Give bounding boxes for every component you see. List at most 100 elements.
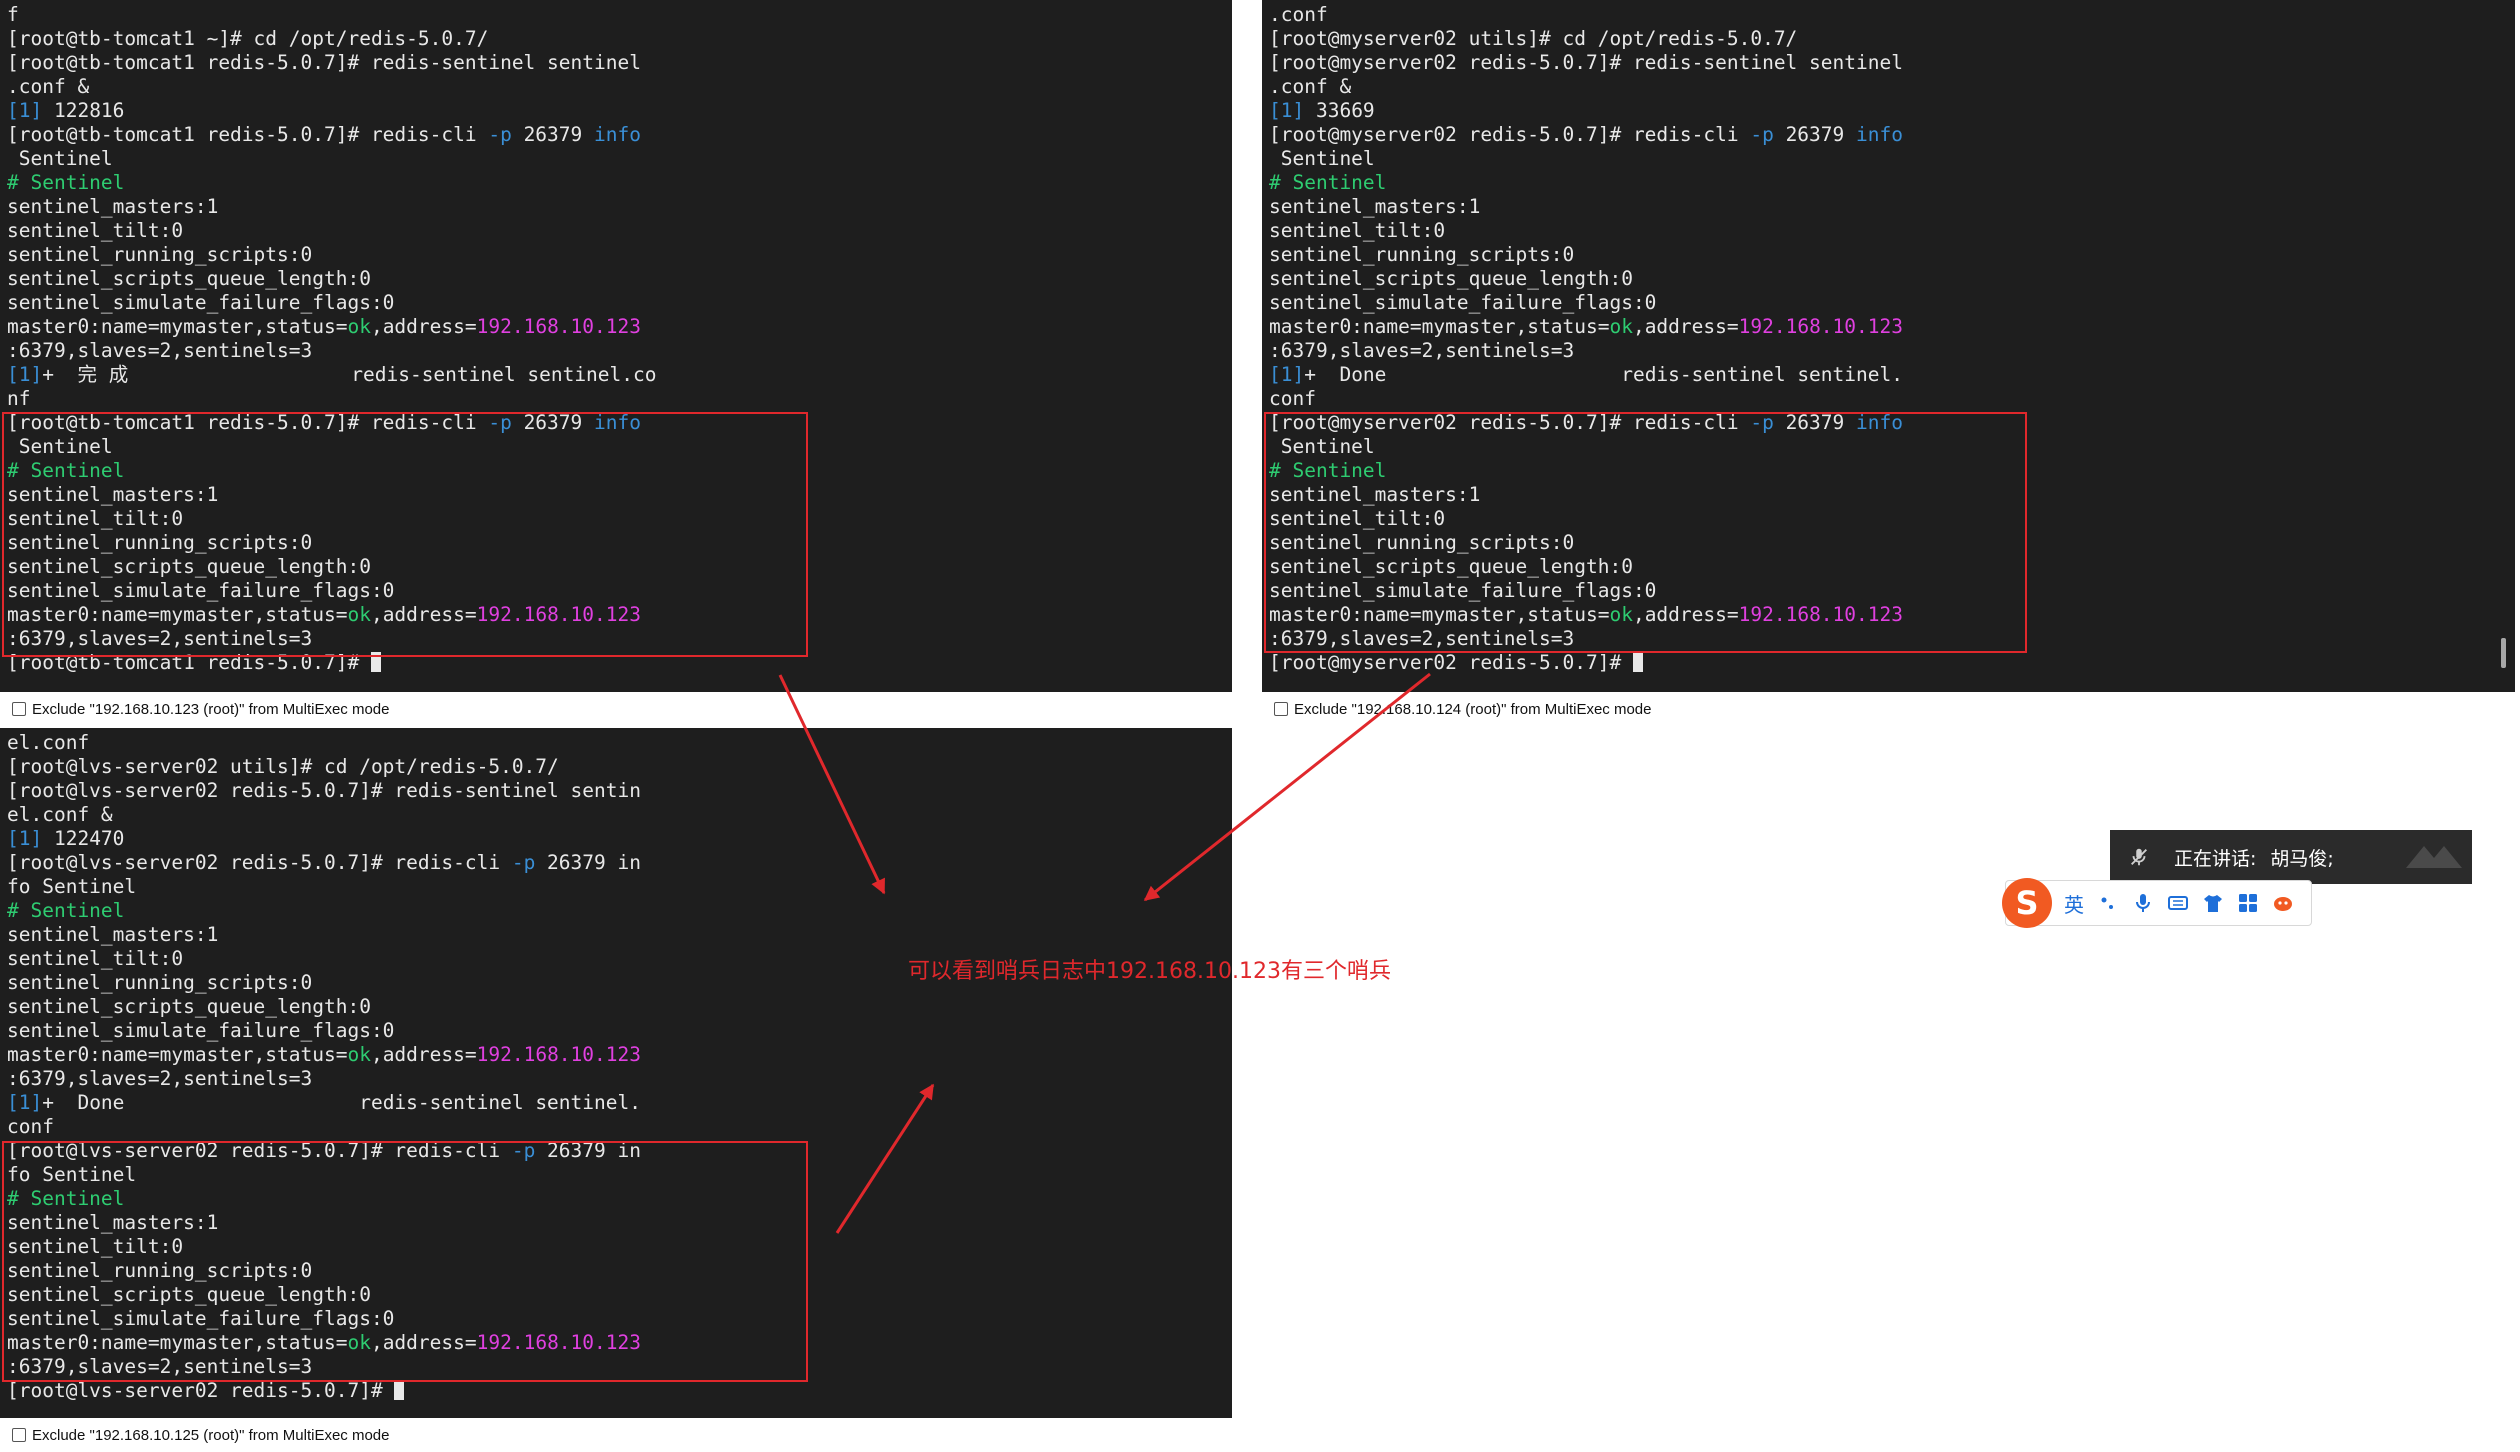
- mascot-icon[interactable]: [2272, 892, 2294, 914]
- terminal-text: # Sentinel: [7, 171, 125, 194]
- highlight-box: [2, 412, 808, 657]
- terminal-line: sentinel_running_scripts:0: [1269, 243, 1903, 267]
- voice-chat-bar[interactable]: 正在讲话: 胡马俊;: [2110, 830, 2472, 884]
- ime-language-toggle[interactable]: 英: [2064, 889, 2084, 918]
- terminal-text: 33669: [1304, 99, 1375, 122]
- terminal-text: [root@lvs-server02 redis-5.0.7]# redis-c…: [7, 851, 512, 874]
- terminal-text: [root@tb-tomcat1 redis-5.0.7]# redis-sen…: [7, 51, 641, 74]
- speaking-label: 正在讲话:: [2174, 847, 2257, 870]
- terminal-text: sentinel_scripts_queue_length:0: [7, 267, 371, 290]
- terminal-text: .conf: [1269, 3, 1328, 26]
- terminal-line: sentinel_scripts_queue_length:0: [1269, 267, 1903, 291]
- terminal-text: Sentinel: [1269, 147, 1375, 170]
- terminal-line: conf: [7, 1115, 641, 1139]
- exclude-multiexec-row[interactable]: Exclude "192.168.10.124 (root)" from Mul…: [1274, 699, 1652, 719]
- terminal-text: sentinel_running_scripts:0: [7, 971, 313, 994]
- terminal-cursor: [394, 1380, 405, 1400]
- terminal-line: .conf &: [1269, 75, 1903, 99]
- terminal-text: sentinel_tilt:0: [7, 947, 184, 970]
- terminal-line: :6379,slaves=2,sentinels=3: [7, 339, 657, 363]
- terminal-line: [root@lvs-server02 redis-5.0.7]# redis-c…: [7, 851, 641, 875]
- ime-buttons: 英: [2064, 889, 2294, 918]
- toolbox-grid-icon[interactable]: [2237, 892, 2259, 914]
- punctuation-icon[interactable]: [2097, 892, 2119, 914]
- terminal-pane-2: .conf [root@myserver02 utils]# cd /opt/re…: [1262, 0, 2520, 720]
- terminal-line: [1]+ Done redis-sentinel sentinel.: [1269, 363, 1903, 387]
- mic-muted-icon[interactable]: [2128, 846, 2150, 868]
- terminal-line: sentinel_masters:1: [1269, 195, 1903, 219]
- terminal-text: [1]: [7, 363, 43, 386]
- terminal-line: .conf &: [7, 75, 657, 99]
- terminal-text: 26379: [1773, 123, 1857, 146]
- terminal-line: [root@myserver02 utils]# cd /opt/redis-5…: [1269, 27, 1903, 51]
- terminal-line: [1]+ Done redis-sentinel sentinel.: [7, 1091, 641, 1115]
- terminal-text: master0:name=mymaster,status=: [1269, 315, 1610, 338]
- terminal-text: [root@myserver02 redis-5.0.7]#: [1269, 651, 1633, 674]
- terminal-line: [root@tb-tomcat1 ~]# cd /opt/redis-5.0.7…: [7, 27, 657, 51]
- terminal-text: sentinel_masters:1: [7, 923, 219, 946]
- terminal-text: -p: [488, 123, 512, 146]
- terminal-text: sentinel_masters:1: [1269, 195, 1481, 218]
- terminal-line: f: [7, 3, 657, 27]
- terminal-text: sentinel_running_scripts:0: [7, 243, 313, 266]
- terminal-line: sentinel_scripts_queue_length:0: [7, 995, 641, 1019]
- voice-input-icon[interactable]: [2132, 892, 2154, 914]
- terminal-text: [root@myserver02 utils]# cd /opt/redis-5…: [1269, 27, 1798, 50]
- terminal-text: [root@myserver02 redis-5.0.7]# redis-cli: [1269, 123, 1751, 146]
- terminal-line: [1] 122816: [7, 99, 657, 123]
- terminal-text: master0:name=mymaster,status=: [7, 315, 348, 338]
- terminal-line: # Sentinel: [7, 171, 657, 195]
- terminal-text: + Done redis-sentinel sentinel.: [42, 1091, 641, 1114]
- terminal-line: .conf: [1269, 3, 1903, 27]
- terminal-pane-3: el.conf [root@lvs-server02 utils]# cd /op…: [0, 728, 1232, 1452]
- scrollbar-thumb[interactable]: [2501, 638, 2506, 668]
- terminal-text: sentinel_simulate_failure_flags:0: [7, 1019, 395, 1042]
- terminal-text: :6379,slaves=2,sentinels=3: [7, 339, 313, 362]
- terminal-line: sentinel_tilt:0: [7, 947, 641, 971]
- exclude-multiexec-row[interactable]: Exclude "192.168.10.123 (root)" from Mul…: [12, 699, 390, 719]
- terminal-text: nf: [7, 387, 31, 410]
- terminal-text: Sentinel: [7, 147, 113, 170]
- terminal-text: [root@tb-tomcat1 ~]# cd /opt/redis-5.0.7…: [7, 27, 489, 50]
- sogou-logo-icon[interactable]: S: [2002, 878, 2052, 928]
- skin-shirt-icon[interactable]: [2202, 892, 2224, 914]
- keyboard-icon[interactable]: [2167, 892, 2189, 914]
- terminal-text: conf: [1269, 387, 1316, 410]
- highlight-box: [2, 1141, 808, 1382]
- terminal-text: # Sentinel: [1269, 171, 1387, 194]
- terminal-line: sentinel_running_scripts:0: [7, 971, 641, 995]
- terminal-line: sentinel_running_scripts:0: [7, 243, 657, 267]
- terminal-line: sentinel_simulate_failure_flags:0: [7, 291, 657, 315]
- terminal-line: master0:name=mymaster,status=ok,address=…: [7, 315, 657, 339]
- terminal-text: sentinel_scripts_queue_length:0: [7, 995, 371, 1018]
- terminal-text: [root@tb-tomcat1 redis-5.0.7]# redis-cli: [7, 123, 489, 146]
- exclude-checkbox[interactable]: [1274, 702, 1288, 716]
- terminal-text: .conf &: [7, 75, 90, 98]
- terminal-text: ok: [347, 315, 371, 338]
- terminal-pane-1: f [root@tb-tomcat1 ~]# cd /opt/redis-5.0.…: [0, 0, 1232, 720]
- terminal-text: :6379,slaves=2,sentinels=3: [1269, 339, 1575, 362]
- terminal-text: 192.168.10.123: [476, 1043, 641, 1066]
- terminal-line: # Sentinel: [1269, 171, 1903, 195]
- terminal-text: ,address=: [1632, 315, 1739, 338]
- terminal-text: fo Sentinel: [7, 875, 137, 898]
- exclude-checkbox[interactable]: [12, 1428, 26, 1442]
- terminal-line: [1] 33669: [1269, 99, 1903, 123]
- terminal-text: 192.168.10.123: [1738, 315, 1903, 338]
- exclude-multiexec-row[interactable]: Exclude "192.168.10.125 (root)" from Mul…: [12, 1425, 390, 1445]
- terminal-line: [root@tb-tomcat1 redis-5.0.7]# redis-sen…: [7, 51, 657, 75]
- terminal-line: sentinel_masters:1: [7, 195, 657, 219]
- terminal-line: conf: [1269, 387, 1903, 411]
- terminal-text: master0:name=mymaster,status=: [7, 1043, 348, 1066]
- terminal-text: -p: [511, 851, 536, 874]
- exclude-checkbox[interactable]: [12, 702, 26, 716]
- terminal-text: sentinel_tilt:0: [1269, 219, 1446, 242]
- ime-toolbar[interactable]: S 英: [2002, 878, 2312, 928]
- terminal-text: + 完 成 redis-sentinel sentinel.co: [42, 363, 657, 386]
- terminal-text: -p: [1750, 123, 1774, 146]
- exclude-label: Exclude "192.168.10.125 (root)" from Mul…: [32, 1426, 390, 1444]
- terminal-text: 122816: [42, 99, 125, 122]
- exclude-label: Exclude "192.168.10.124 (root)" from Mul…: [1294, 700, 1652, 718]
- app-watermark-icon: [2406, 846, 2462, 868]
- terminal-text: sentinel_masters:1: [7, 195, 219, 218]
